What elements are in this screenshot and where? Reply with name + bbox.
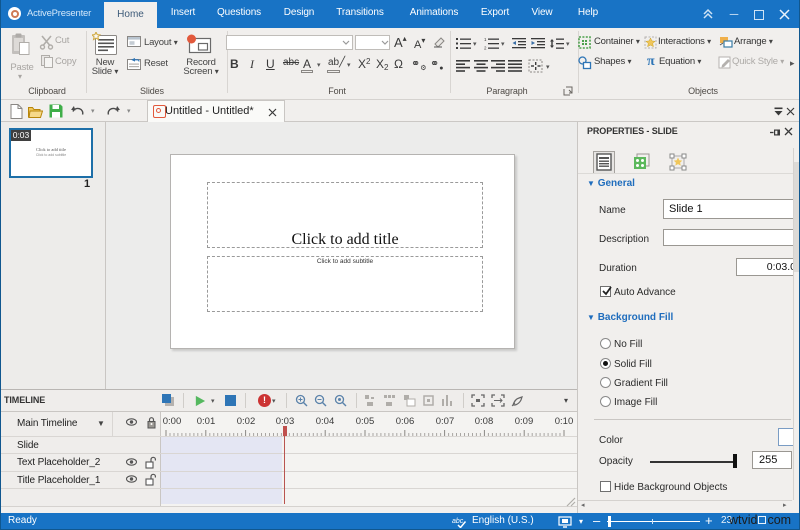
svg-text:abc: abc xyxy=(452,518,464,525)
svg-text:1: 1 xyxy=(484,37,487,42)
svg-text:2: 2 xyxy=(484,46,487,51)
